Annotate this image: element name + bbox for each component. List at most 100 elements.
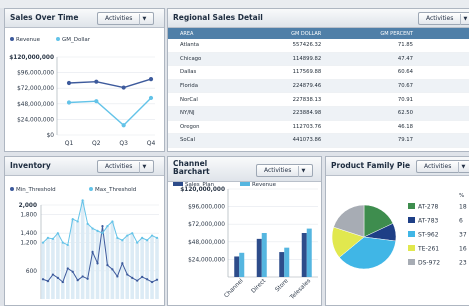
data-point [150,234,154,237]
chevron-down-icon: ▼ [139,14,148,25]
column-header[interactable]: GM PERCENT [324,28,417,39]
y-tick-label: $96,000,000 [17,71,54,77]
data-point [56,276,59,279]
legend-label: AT-783 [418,218,439,225]
activities-button[interactable]: Activities ▼ [97,12,155,25]
activities-button[interactable]: Activities ▼ [97,160,155,173]
table-cell: SoCal [168,133,250,148]
panel-title: Sales Over Time [10,13,79,22]
table-row[interactable]: NorCal227838.1370.91339256.1 [168,92,469,107]
table-cell: 70.91 [324,92,417,107]
table-row[interactable]: Florida224879.4670.67335201.4 [168,79,469,94]
x-tick-label: Q1 [65,140,74,147]
legend-swatch [408,245,415,251]
y-tick-label: 1,200 [20,241,37,247]
chevron-down-icon: ▼ [298,166,307,177]
activities-button[interactable]: Activities ▼ [416,160,469,173]
regional-sales-table: AREAGM DOLLARGM PERCENTREVENUE Atlanta55… [168,28,469,148]
data-point [61,241,64,244]
legend-percent-header: % [459,193,464,199]
series-line-gm-dollar [68,97,152,127]
y-tick-label: $72,000,000 [17,86,54,92]
data-point [41,278,45,281]
data-point [116,236,119,239]
data-point [141,275,144,279]
legend-value: 6 [459,218,463,225]
data-point [86,277,89,280]
bar-sales-plan [301,233,307,277]
data-point [106,225,109,228]
y-tick-label: $0 [47,133,55,139]
data-point [76,220,79,223]
table-cell: 224879.46 [249,79,325,94]
series-line-min-threshold [42,226,158,283]
data-point [101,225,104,228]
y-tick-label: $48,000,000 [17,102,54,108]
activities-button[interactable]: Activities ▼ [256,164,314,177]
table-row[interactable]: Atlanta557426.3271.85779916.3 [168,39,469,53]
table-cell: 441073.86 [249,133,325,148]
x-tick-label: Q4 [147,140,156,147]
y-tick-label: $120,000,000 [9,55,54,61]
table-cell: 223884.98 [249,106,325,121]
legend-marker-sales-plan [173,182,183,186]
table-cell: 339256.1 [416,92,469,107]
y-tick-label: 600 [26,269,37,275]
data-point [148,95,154,101]
table-cell: 227503.7 [416,120,469,135]
chevron-down-icon: ▼ [458,162,467,173]
activities-button[interactable]: Activities ▼ [418,12,469,25]
data-point [126,273,129,276]
data-point [66,100,72,105]
data-point [131,232,134,235]
data-point [76,279,79,282]
data-point [41,241,45,244]
inventory-bar [130,233,135,299]
data-point [121,85,126,90]
table-row[interactable]: Oregon112703.7646.18227503.7 [168,120,469,135]
inventory-bar [46,237,50,299]
data-point [96,262,99,265]
data-point [145,278,149,281]
data-point [46,280,50,283]
bar-sales-plan [234,256,240,277]
table-cell: 117569.88 [249,65,325,80]
data-point [51,273,55,276]
inventory-bar [110,221,115,299]
table-cell: 229699.8 [416,52,469,67]
column-header[interactable]: AREA [168,28,250,39]
table-row[interactable]: NY/NJ223884.9862.50338214.9 [168,106,469,121]
table-row[interactable]: Chicago114899.8247.47229699.8 [168,52,469,67]
panel-title: Inventory [10,161,51,170]
legend-label-revenue: Revenue [252,182,277,188]
inventory-bar [135,242,139,299]
data-point [66,243,69,247]
data-point [81,199,84,202]
activities-label: Activities [105,163,133,170]
legend-marker-revenue [240,182,250,186]
data-point [116,275,119,278]
panel-title: Product Family Pie [331,161,411,170]
data-point [86,222,89,225]
table-cell: Atlanta [168,39,250,53]
inventory-bar [140,237,144,299]
column-header[interactable]: REVENUE [416,28,469,39]
column-header[interactable]: GM DOLLAR [249,28,325,39]
table-row[interactable]: Dallas117569.8860.64228973.8 [168,65,469,80]
inventory-panel: Inventory Activities ▼ Min_Threshold Max_T… [4,156,165,306]
data-point [145,239,149,242]
table-cell: 338214.9 [416,106,469,121]
y-tick-label: $24,000,000 [188,257,225,263]
table-cell: Florida [168,79,250,94]
legend-label-min-threshold: Min_Threshold [16,187,56,193]
inventory-bar [155,237,159,299]
table-row[interactable]: SoCal441073.8679.17551879.8 [168,133,469,148]
table-cell: 779916.3 [416,39,469,53]
data-point [121,123,126,128]
legend-value: 18 [459,204,467,211]
data-point [46,236,50,239]
table-cell: Chicago [168,52,250,67]
data-point [56,232,59,235]
legend-label: ST-962 [418,232,439,239]
legend-label: AT-278 [418,204,439,211]
